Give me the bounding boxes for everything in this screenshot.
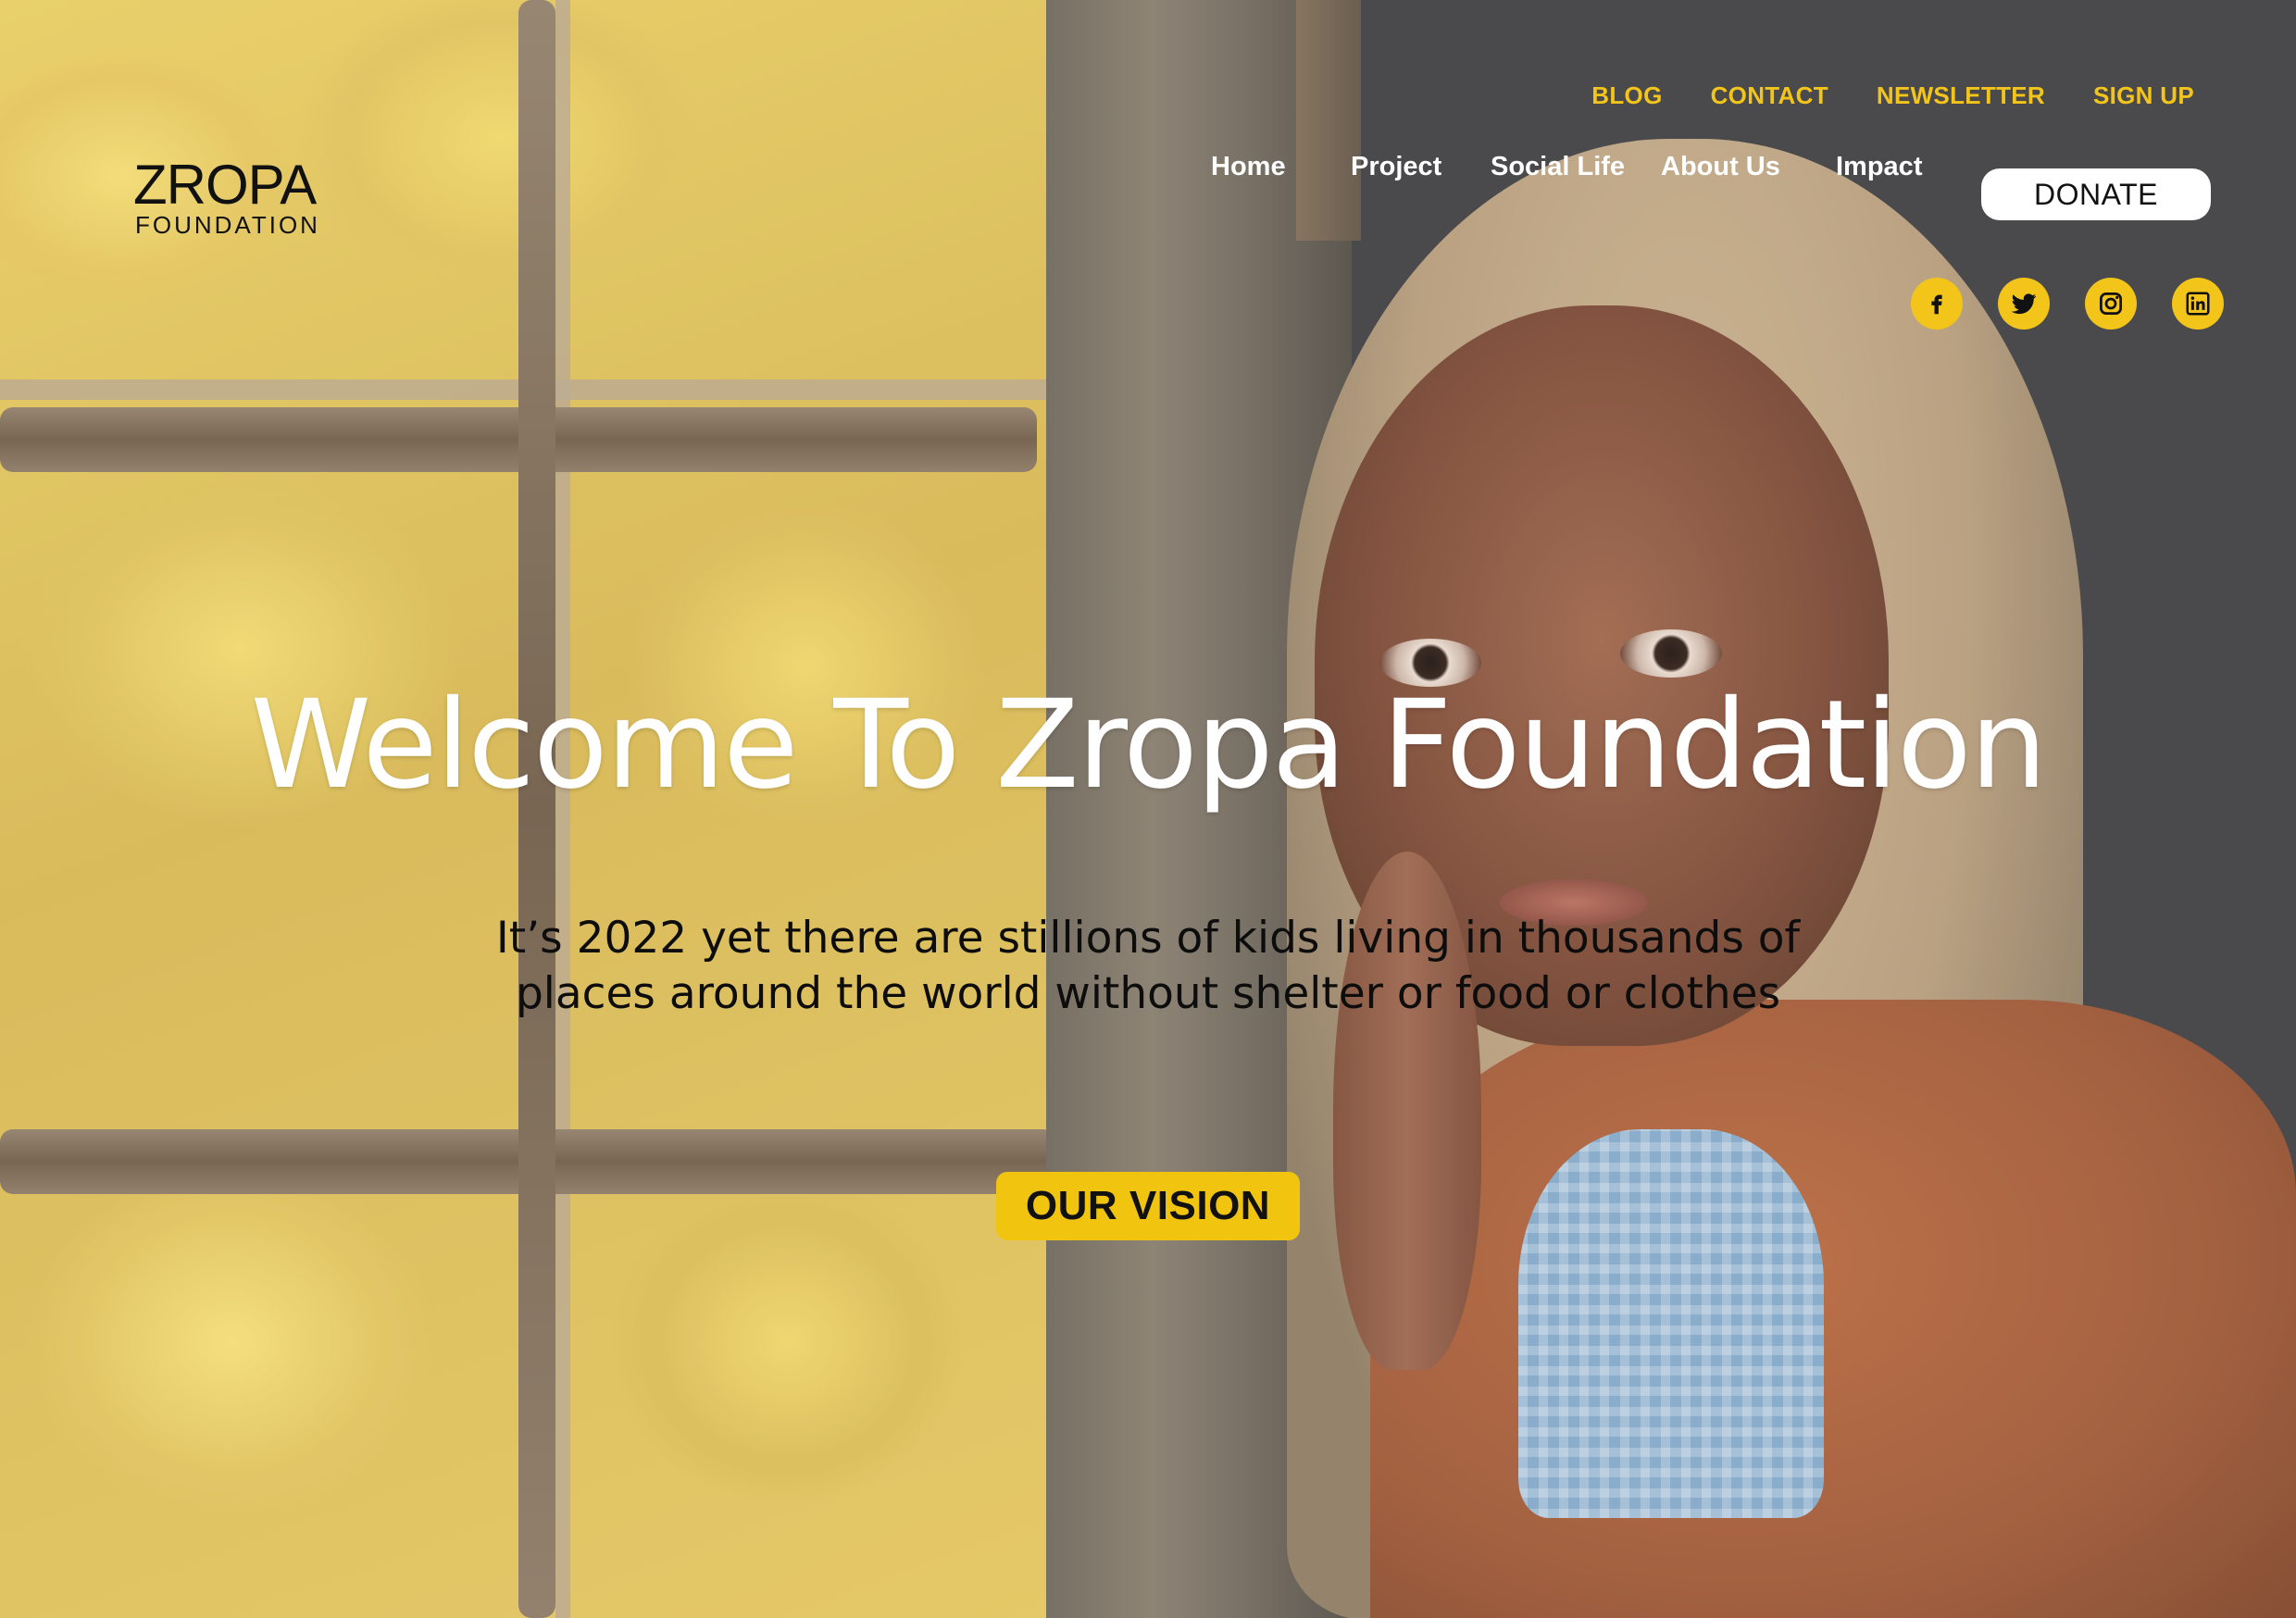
nav-item-about-us[interactable]: About Us [1661,152,1780,182]
donate-button[interactable]: DONATE [1981,168,2211,220]
site-logo[interactable]: ZROPA FOUNDATION [133,154,320,240]
nav-item-home[interactable]: Home [1211,152,1286,182]
util-link-blog[interactable]: BLOG [1591,81,1662,110]
util-link-newsletter[interactable]: NEWSLETTER [1877,81,2045,110]
social-links [1911,278,2224,330]
facebook-icon[interactable] [1911,278,1963,330]
util-link-contact[interactable]: CONTACT [1711,81,1828,110]
hero-subtitle: It’s 2022 yet there are stillions of kid… [0,911,2296,1022]
logo-wordmark: ZROPA [133,154,317,216]
hero-subtitle-line-1: It’s 2022 yet there are stillions of kid… [495,913,1801,964]
nav-item-impact[interactable]: Impact [1836,152,1922,182]
logo-subtitle: FOUNDATION [135,211,320,239]
our-vision-button[interactable]: OUR VISION [996,1172,1300,1240]
twitter-icon[interactable] [1998,278,2050,330]
hero-title: Welcome To Zropa Foundation [250,674,2048,816]
utility-nav: BLOG CONTACT NEWSLETTER SIGN UP [1591,81,2194,110]
landing-page: BLOG CONTACT NEWSLETTER SIGN UP ZROPA FO… [0,0,2296,1618]
instagram-icon[interactable] [2085,278,2137,330]
nav-item-project[interactable]: Project [1351,152,1441,182]
linkedin-icon[interactable] [2172,278,2224,330]
nav-item-social-life[interactable]: Social Life [1491,152,1625,182]
hero-subtitle-line-2: places around the world without shelter … [515,968,1781,1019]
util-link-sign-up[interactable]: SIGN UP [2093,81,2194,110]
